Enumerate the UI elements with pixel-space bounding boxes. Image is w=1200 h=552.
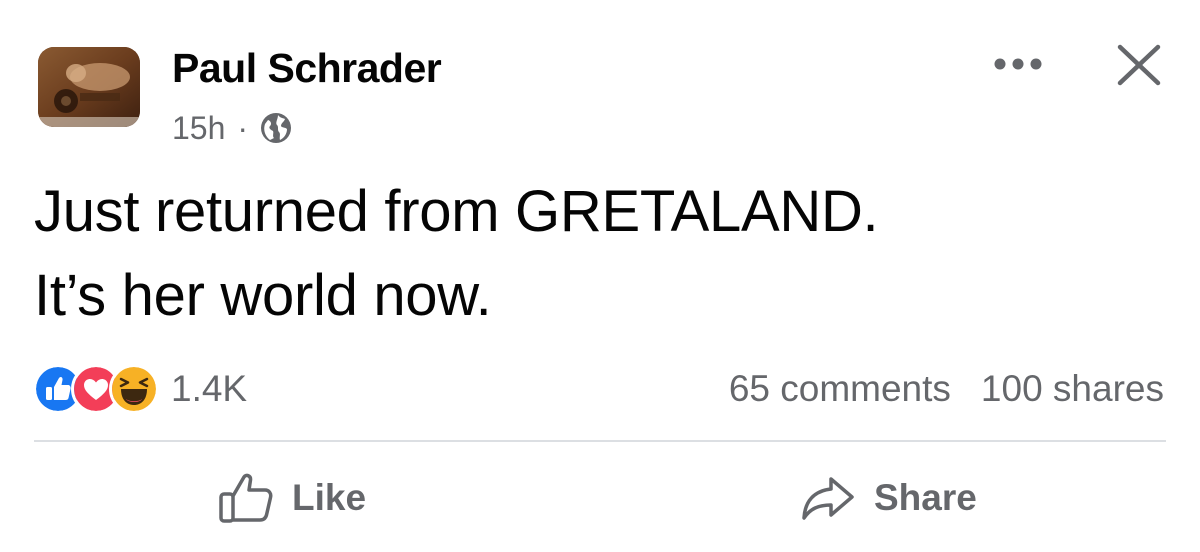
share-label: Share bbox=[874, 477, 977, 518]
more-options-icon[interactable] bbox=[992, 54, 1044, 74]
share-button[interactable]: Share bbox=[800, 470, 977, 526]
post-body: Just returned from GRETALAND. It’s her w… bbox=[34, 170, 1174, 338]
like-label: Like bbox=[292, 477, 367, 518]
thumbs-up-icon bbox=[219, 473, 273, 523]
avatar-photo bbox=[38, 47, 140, 127]
haha-reaction-icon bbox=[109, 364, 159, 414]
comments-count-link[interactable]: 65 comments bbox=[729, 368, 951, 410]
reactions-summary[interactable]: 1.4K bbox=[33, 364, 247, 414]
post-text-line-2: It’s her world now. bbox=[34, 263, 492, 328]
post-author-name[interactable]: Paul Schrader bbox=[172, 44, 442, 92]
shares-count-link[interactable]: 100 shares bbox=[981, 368, 1164, 410]
share-arrow-icon bbox=[802, 477, 854, 520]
reaction-count: 1.4K bbox=[171, 368, 248, 409]
engagement-stats: 65 comments 100 shares bbox=[729, 364, 1164, 414]
author-avatar[interactable] bbox=[38, 47, 140, 127]
divider bbox=[34, 440, 1166, 442]
like-button[interactable]: Like bbox=[218, 470, 366, 526]
post-meta: 15h · bbox=[172, 108, 294, 148]
post-text-line-1: Just returned from GRETALAND. bbox=[34, 179, 879, 244]
globe-icon[interactable] bbox=[258, 110, 294, 146]
close-icon[interactable] bbox=[1116, 44, 1162, 86]
meta-separator: · bbox=[237, 109, 249, 146]
post-timestamp[interactable]: 15h bbox=[172, 110, 225, 147]
